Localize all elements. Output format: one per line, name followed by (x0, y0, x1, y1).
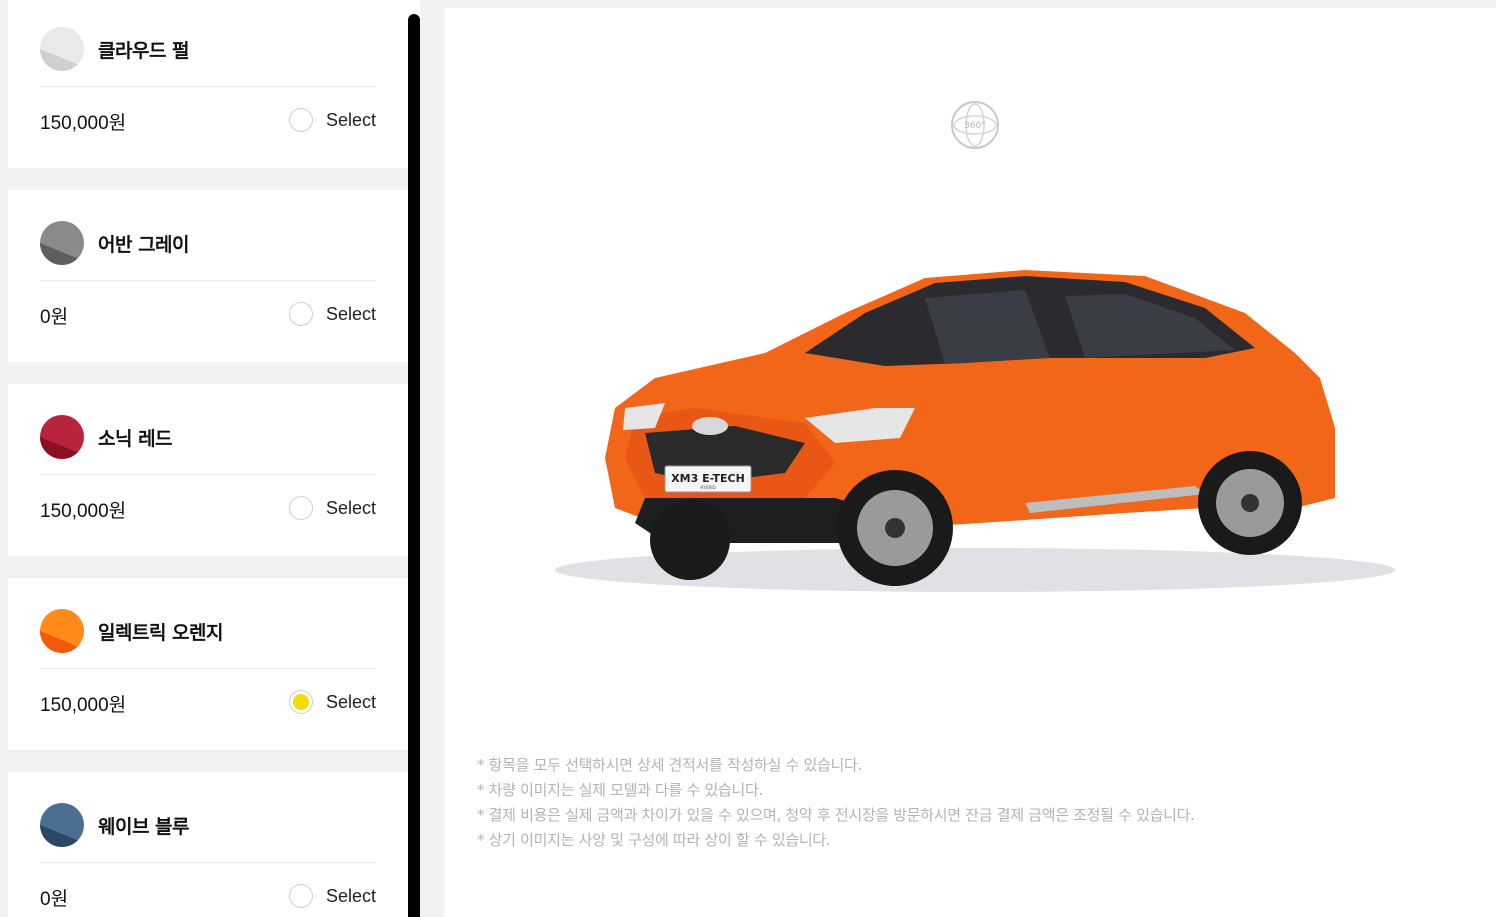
option-price: 150,000원 (40, 113, 127, 134)
note-line: * 차량 이미지는 실제 모델과 다를 수 있습니다. (477, 781, 763, 799)
option-price: 0원 (40, 307, 69, 328)
note-line: * 결제 비용은 실제 금액과 차이가 있을 수 있으며, 청약 후 전시장을 … (477, 806, 1195, 824)
color-name: 클라우드 펄 (98, 40, 190, 62)
select-button[interactable]: Select (288, 300, 376, 328)
select-button[interactable]: Select (288, 106, 376, 134)
color-name: 소닉 레드 (98, 428, 173, 450)
select-label: Select (325, 497, 376, 518)
select-button[interactable]: Select (288, 688, 376, 716)
license-plate-sub: HYBRID (700, 485, 715, 490)
color-option-electric-orange[interactable]: 일렉트릭 오렌지 150,000원 Select (8, 578, 408, 750)
note-line: * 항목을 모두 선택하시면 상세 견적서를 작성하실 수 있습니다. (477, 756, 862, 774)
color-option-wave-blue[interactable]: 웨이브 블루 0원 Select (8, 772, 408, 917)
color-option-sonic-red[interactable]: 소닉 레드 150,000원 Select (8, 384, 408, 556)
select-radio[interactable] (288, 496, 313, 520)
color-swatch (40, 27, 84, 71)
color-swatch (40, 803, 84, 847)
select-radio-checked[interactable] (288, 690, 313, 714)
license-plate-text: XM3 E-TECH (671, 472, 745, 485)
car-preview-panel: 360° XM3 E-TECH HYBRID * 항목을 모두 선택하시면 상세… (445, 8, 1496, 917)
view-360-button[interactable]: 360° (950, 100, 1000, 150)
view-360-label: 360° (964, 121, 986, 131)
option-header: 웨이브 블루 (40, 772, 376, 863)
select-label: Select (325, 885, 376, 906)
color-option-list: 클라우드 펄 150,000원 Select 어반 그레이 0원 Select (0, 0, 408, 917)
color-swatch (40, 221, 84, 265)
scrollbar-thumb[interactable] (408, 14, 420, 917)
color-name: 웨이브 블루 (98, 816, 190, 838)
select-button[interactable]: Select (288, 494, 376, 522)
select-label: Select (325, 691, 376, 712)
select-label: Select (325, 109, 376, 130)
option-header: 일렉트릭 오렌지 (40, 578, 376, 669)
note-line: * 상기 이미지는 사양 및 구성에 따라 상이 할 수 있습니다. (477, 831, 831, 849)
color-name: 어반 그레이 (98, 234, 190, 256)
disclaimer-notes: * 항목을 모두 선택하시면 상세 견적서를 작성하실 수 있습니다. * 차량… (477, 753, 1195, 853)
select-radio[interactable] (288, 302, 313, 326)
color-swatch (40, 609, 84, 653)
option-price: 150,000원 (40, 695, 127, 716)
color-option-urban-gray[interactable]: 어반 그레이 0원 Select (8, 190, 408, 362)
option-price: 0원 (40, 889, 69, 910)
color-option-cloud-pearl[interactable]: 클라우드 펄 150,000원 Select (8, 0, 408, 168)
color-name: 일렉트릭 오렌지 (98, 622, 223, 644)
option-header: 클라우드 펄 (40, 0, 376, 87)
color-swatch (40, 415, 84, 459)
select-radio[interactable] (288, 108, 313, 132)
rotate-360-icon: 360° (951, 101, 999, 149)
option-price: 150,000원 (40, 501, 127, 522)
select-label: Select (325, 303, 376, 324)
car-image: XM3 E-TECH HYBRID (505, 258, 1425, 618)
option-header: 소닉 레드 (40, 384, 376, 475)
option-header: 어반 그레이 (40, 190, 376, 281)
select-button[interactable]: Select (288, 882, 376, 910)
select-radio[interactable] (288, 884, 313, 908)
